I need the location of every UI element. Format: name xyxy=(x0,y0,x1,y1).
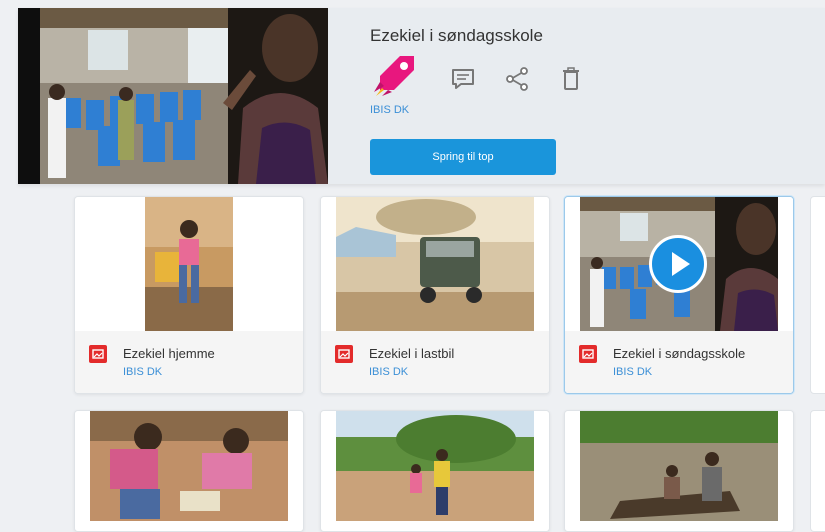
card-title: Ezekiel i lastbil xyxy=(369,346,455,361)
image-icon xyxy=(335,345,353,363)
image-icon xyxy=(89,345,107,363)
card-title: Ezekiel hjemme xyxy=(123,346,215,361)
media-card[interactable] xyxy=(74,410,304,532)
thumbnail-image xyxy=(565,197,793,331)
media-card[interactable]: Ezekiel hjemme IBIS DK xyxy=(74,196,304,394)
card-brand[interactable]: IBIS DK xyxy=(369,366,408,378)
media-card[interactable] xyxy=(564,410,794,532)
thumbnail-image xyxy=(565,411,793,531)
thumbnail-image xyxy=(75,411,303,531)
media-card-partial[interactable] xyxy=(810,196,825,394)
media-card[interactable] xyxy=(320,410,550,532)
thumbnail-image xyxy=(75,197,303,331)
media-card-partial[interactable] xyxy=(810,410,825,532)
hero-image[interactable] xyxy=(18,8,328,184)
play-icon[interactable] xyxy=(649,235,707,293)
media-card-current[interactable]: Ezekiel i søndagsskole IBIS DK xyxy=(564,196,794,394)
image-icon xyxy=(579,345,597,363)
card-title: Ezekiel i søndagsskole xyxy=(613,346,746,361)
media-header: Ezekiel i søndagsskole IBIS DK Spring ti… xyxy=(18,8,825,184)
card-brand[interactable]: IBIS DK xyxy=(123,366,162,378)
thumbnail-image xyxy=(321,411,549,531)
share-icon[interactable] xyxy=(504,66,530,92)
media-card[interactable]: Ezekiel i lastbil IBIS DK xyxy=(320,196,550,394)
page-title: Ezekiel i søndagsskole xyxy=(370,26,543,45)
brand-name[interactable]: IBIS DK xyxy=(370,104,409,116)
jump-to-top-button[interactable]: Spring til top xyxy=(370,139,556,175)
comment-icon[interactable] xyxy=(450,66,476,92)
card-brand[interactable]: IBIS DK xyxy=(613,366,652,378)
trash-icon[interactable] xyxy=(558,66,584,92)
rocket-icon[interactable] xyxy=(370,52,418,100)
thumbnail-image xyxy=(321,197,549,331)
